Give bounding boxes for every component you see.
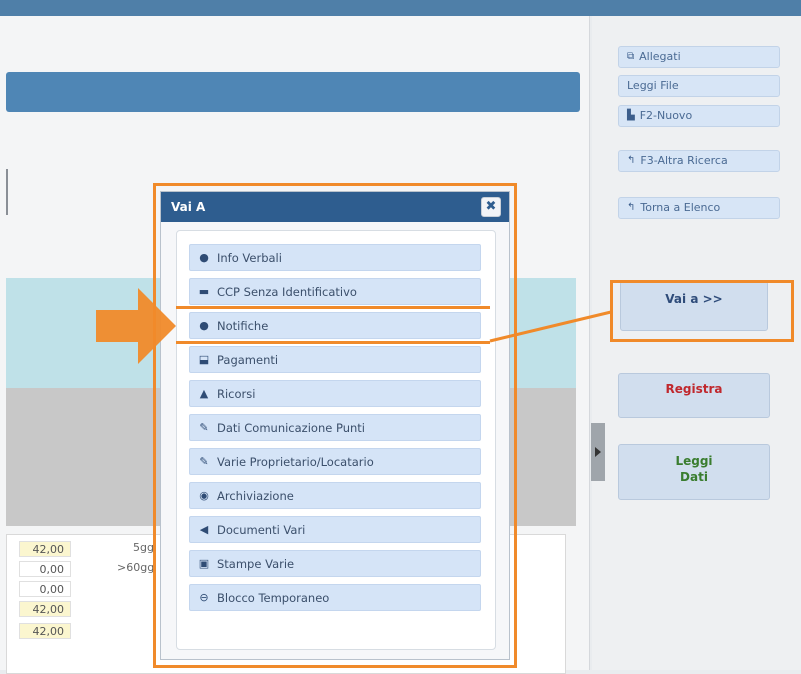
value-field[interactable]: 42,00 [19, 541, 71, 557]
section-header-bar [6, 72, 580, 112]
actions-sidebar: ⧉ Allegati Leggi File ▙ F2-Nuovo ↰ F3-Al… [592, 16, 801, 670]
days-label: >60gg [117, 561, 155, 574]
f3-altra-ricerca-label: F3-Altra Ricerca [640, 154, 728, 167]
field-edge [6, 169, 8, 215]
torna-elenco-button[interactable]: ↰ Torna a Elenco [618, 197, 780, 219]
leggi-dati-button[interactable]: Leggi Dati [618, 444, 770, 500]
leggi-file-label: Leggi File [627, 79, 679, 92]
value-field[interactable]: 0,00 [19, 581, 71, 597]
f3-altra-ricerca-button[interactable]: ↰ F3-Altra Ricerca [618, 150, 780, 172]
registra-label: Registra [665, 382, 723, 396]
f2-nuovo-button[interactable]: ▙ F2-Nuovo [618, 105, 780, 127]
days-label: 5gg [133, 541, 154, 554]
sidebar-toggle[interactable] [591, 423, 605, 481]
expand-arrow-icon [595, 447, 601, 457]
vai-a-highlight-frame [610, 280, 794, 342]
undo-icon: ↰ [627, 202, 636, 213]
allegati-label: Allegati [639, 50, 681, 63]
value-field[interactable]: 42,00 [19, 601, 71, 617]
file-icon: ▙ [627, 110, 635, 121]
notifiche-highlight-bottom [176, 341, 490, 344]
pointer-arrow-icon [96, 288, 176, 364]
paperclip-icon: ⧉ [627, 51, 635, 62]
leggi-dati-label-2: Dati [680, 470, 708, 484]
value-field[interactable]: 42,00 [19, 623, 71, 639]
connector-line [489, 310, 612, 343]
undo-icon: ↰ [627, 155, 636, 166]
notifiche-highlight-top [176, 306, 490, 309]
torna-elenco-label: Torna a Elenco [640, 201, 721, 214]
leggi-file-button[interactable]: Leggi File [618, 75, 780, 97]
allegati-button[interactable]: ⧉ Allegati [618, 46, 780, 68]
value-field[interactable]: 0,00 [19, 561, 71, 577]
registra-button[interactable]: Registra [618, 373, 770, 418]
leggi-dati-label-1: Leggi [675, 454, 713, 468]
f2-nuovo-label: F2-Nuovo [639, 109, 693, 122]
top-header-bar [0, 0, 801, 16]
dialog-highlight-frame [153, 183, 517, 668]
